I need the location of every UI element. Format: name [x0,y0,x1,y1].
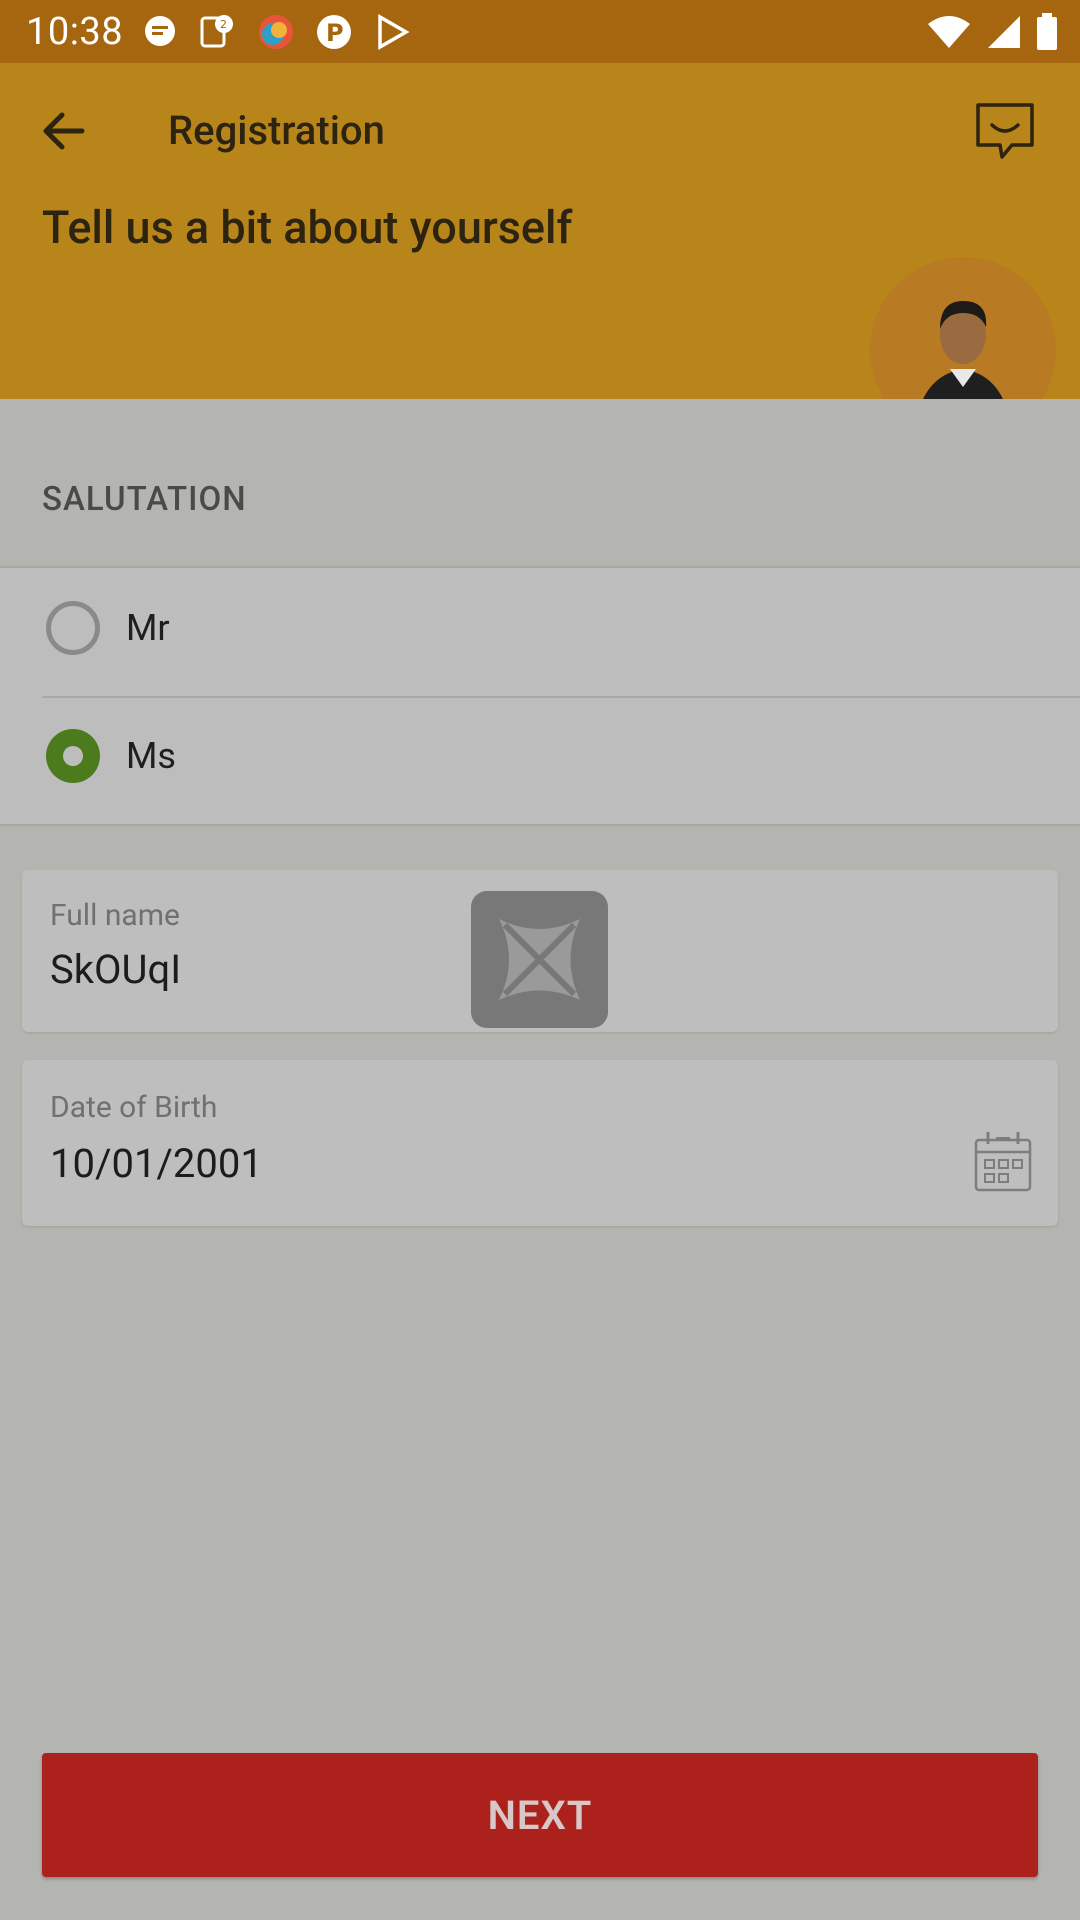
option-label-mr: Mr [126,607,170,649]
svg-text:2: 2 [220,18,227,31]
notification-icons: 2 P [140,12,412,52]
dob-label: Date of Birth [50,1090,218,1125]
next-button[interactable]: NEXT [42,1753,1038,1877]
status-time: 10:38 [26,10,124,54]
page-title: Registration [168,107,385,154]
p-app-icon: P [317,15,351,49]
svg-text:P: P [326,19,344,47]
salutation-options: Mr Ms [0,566,1080,826]
radio-ms[interactable] [46,729,100,783]
radio-mr[interactable] [46,601,100,655]
back-button[interactable] [36,103,92,159]
message-bubble-icon [145,16,175,46]
next-button-label: NEXT [487,1791,593,1839]
salutation-label: SALUTATION [42,480,247,519]
full-name-label: Full name [50,898,180,933]
browser-icon [259,15,293,49]
play-store-icon [378,13,410,51]
battery-icon [1037,13,1057,50]
dob-field[interactable]: Date of Birth 10/01/2001 [22,1060,1058,1226]
header: Registration Tell us a bit about yoursel… [0,63,1080,399]
x-logo-icon [499,919,580,1000]
chat-bubble-icon[interactable] [972,97,1038,163]
full-name-value[interactable]: SkOUqI [50,946,181,993]
page-subtitle: Tell us a bit about yourself [42,201,573,254]
avatar [870,257,1056,399]
calendar-icon[interactable] [970,1128,1036,1194]
salutation-option-mr[interactable]: Mr [0,568,1080,688]
notification-badge-icon: 2 [200,15,233,48]
registration-screen: 10:38 2 P Registration Tell us a bit abo… [0,0,1080,1920]
app-logo-overlay [471,891,608,1028]
status-bar: 10:38 2 P [0,0,1080,63]
wifi-icon [928,16,970,48]
signal-icon [988,16,1020,48]
option-label-ms: Ms [126,735,177,777]
dob-value[interactable]: 10/01/2001 [50,1140,263,1187]
salutation-option-ms[interactable]: Ms [0,696,1080,816]
person-avatar-icon [923,301,1003,399]
system-icons [926,13,1058,51]
